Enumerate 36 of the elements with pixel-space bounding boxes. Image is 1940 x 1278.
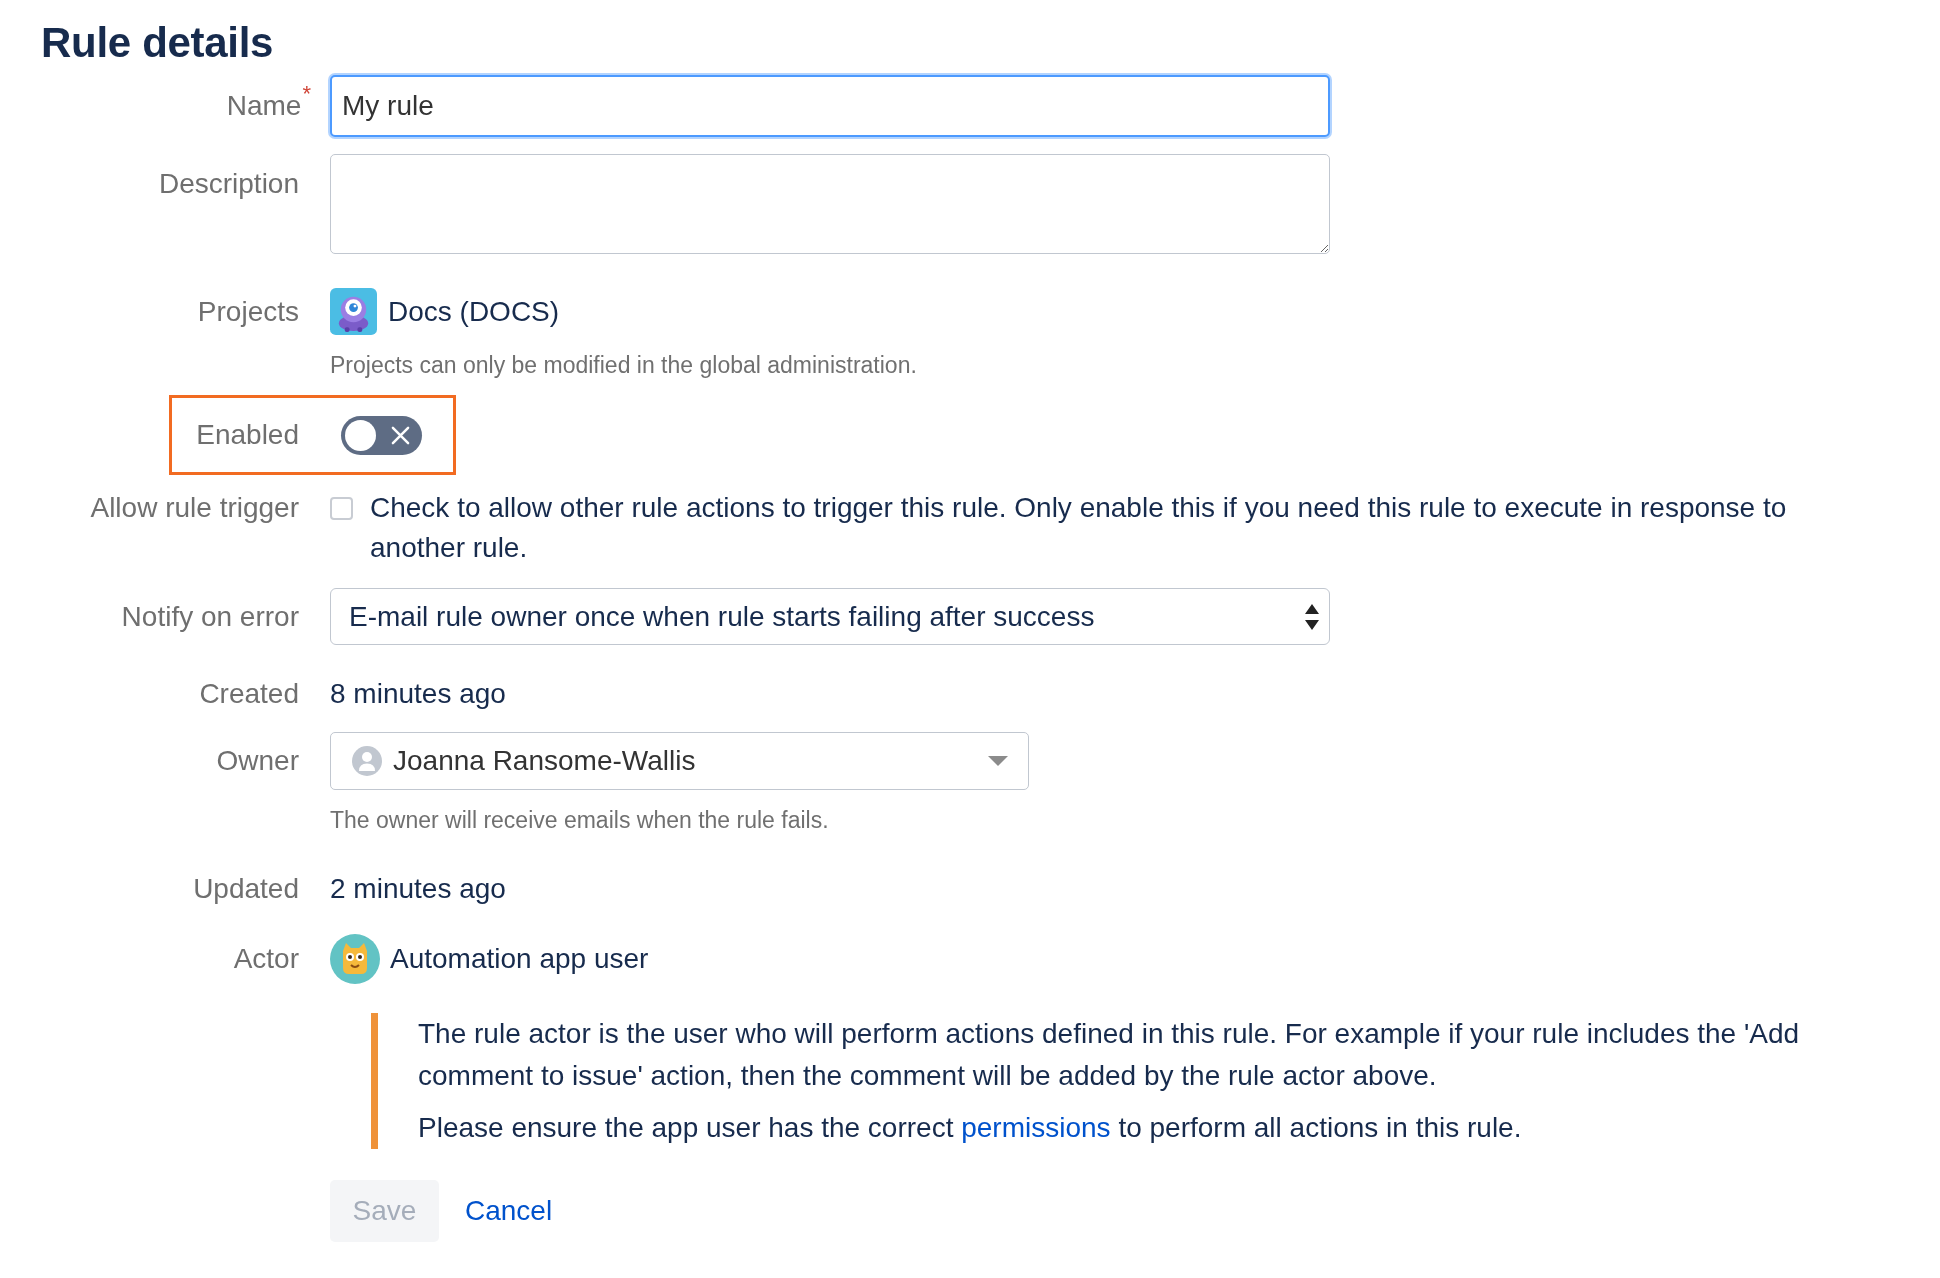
user-picker[interactable]: Joanna Ransome-Wallis [330,732,1029,790]
field-value: 8 minutes ago [330,677,506,711]
help-text: The owner will receive emails when the rule fails. [330,806,829,835]
field-label: Created [199,678,299,709]
cartoon-face-icon [330,934,380,984]
text-input[interactable]: My rule [330,75,1330,137]
actor-name: Automation app user [390,943,649,975]
select-dropdown[interactable]: E-mail rule owner once when rule starts failing after success [330,588,1330,645]
field-label: Owner [216,745,299,776]
field-value: 2 minutes ago [330,872,506,906]
required-mark: * [302,83,311,105]
help-text: Projects can only be modified in the global administration. [330,351,917,380]
field-label: Enabled [196,419,299,450]
updown-arrows-icon [1305,603,1319,630]
cross-icon [391,425,410,445]
cancel-button[interactable]: Cancel [453,1180,565,1242]
notice-text: The rule actor is the user who will perform actions defined in this rule. For example if your rule includes the 'Add comment to issue' action, then the comment will be added by the rule actor above. [418,1017,1801,1093]
person-icon [352,746,382,776]
caret-icon [988,756,1008,766]
text-area[interactable] [330,154,1330,254]
checkbox[interactable] [330,497,353,520]
field-label: Notify on error [121,601,299,632]
field-label: Projects [197,296,299,327]
field-label: Actor [233,943,299,974]
field-label: Description [158,168,299,199]
field-label: Updated [193,873,299,904]
toggle-switch[interactable] [341,415,422,455]
page-title: Rule details [41,18,275,68]
monster-icon [330,288,377,335]
field-label: Allow rule trigger [90,492,299,523]
toggle-knob [345,419,376,451]
checkbox-label: Check to allow other rule actions to trigger this rule. Only enable this if you need this rule to execute in response to another rule. [370,491,1788,565]
field-label: Name [226,90,302,121]
project-name: Docs (DOCS) [388,295,560,328]
notice-text: Please ensure the app user has the correct permissions to perform all actions in this rule. [418,1111,1523,1145]
text-link[interactable]: permissions [961,1112,1111,1143]
